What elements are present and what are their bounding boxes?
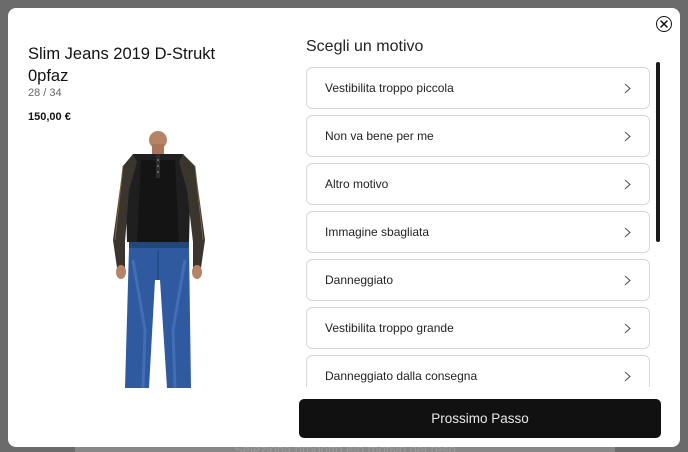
chevron-right-icon [624, 323, 631, 334]
reason-option[interactable]: Immagine sbagliata [306, 211, 650, 253]
reason-option[interactable]: Danneggiato dalla consegna [306, 355, 650, 387]
chevron-right-icon [624, 227, 631, 238]
chevron-right-icon [624, 371, 631, 382]
reason-heading: Scegli un motivo [306, 38, 424, 55]
close-icon[interactable] [656, 16, 672, 32]
product-size: 28 / 34 [28, 87, 62, 99]
return-reason-modal: Slim Jeans 2019 D-Strukt 0pfaz 28 / 34 1… [8, 8, 680, 447]
reason-option[interactable]: Non va bene per me [306, 115, 650, 157]
reason-option[interactable]: Danneggiato [306, 259, 650, 301]
reason-list[interactable]: Vestibilita troppo piccola Non va bene p… [306, 67, 652, 387]
chevron-right-icon [624, 179, 631, 190]
reason-list-scrollbar[interactable] [656, 62, 660, 242]
chevron-right-icon [624, 275, 631, 286]
reason-option[interactable]: Altro motivo [306, 163, 650, 205]
reason-option[interactable]: Vestibilita troppo piccola [306, 67, 650, 109]
reason-label: Vestibilita troppo piccola [325, 81, 454, 95]
reason-option[interactable]: Vestibilita troppo grande [306, 307, 650, 349]
product-title: Slim Jeans 2019 D-Strukt 0pfaz [28, 45, 216, 85]
product-image [103, 130, 213, 390]
reason-label: Danneggiato [325, 273, 394, 287]
reason-label: Danneggiato dalla consegna [325, 369, 478, 383]
reason-label: Vestibilita troppo grande [325, 321, 454, 335]
chevron-right-icon [624, 131, 631, 142]
chevron-right-icon [624, 83, 631, 94]
next-step-button[interactable]: Prossimo Passo [299, 399, 661, 438]
reason-label: Immagine sbagliata [325, 225, 430, 239]
product-price: 150,00 € [28, 111, 71, 123]
reason-label: Non va bene per me [325, 129, 434, 143]
reason-label: Altro motivo [325, 177, 389, 191]
